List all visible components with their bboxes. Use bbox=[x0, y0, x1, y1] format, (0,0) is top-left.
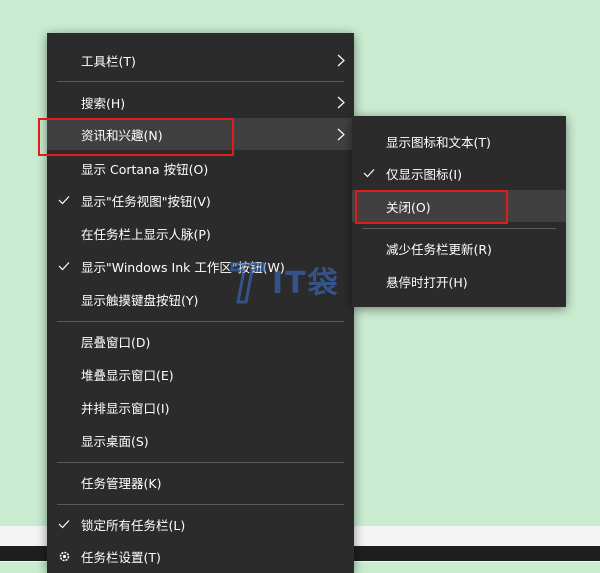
submenu-item-show-icon-text[interactable]: 显示图标和文本(T) bbox=[352, 125, 566, 157]
watermark-brand: IT袋 bbox=[272, 266, 340, 301]
menu-separator bbox=[57, 504, 344, 505]
menu-separator bbox=[57, 321, 344, 322]
menu-item-label: 显示图标和文本(T) bbox=[386, 134, 491, 150]
submenu-item-reduce-updates[interactable]: 减少任务栏更新(R) bbox=[352, 232, 566, 264]
menu-item-label: 堆叠显示窗口(E) bbox=[81, 367, 174, 383]
menu-item-toolbar[interactable]: 工具栏(T) bbox=[47, 44, 354, 76]
menu-item-label: 工具栏(T) bbox=[81, 53, 136, 69]
highlight-box-turn-off bbox=[355, 190, 508, 224]
menu-item-stack[interactable]: 堆叠显示窗口(E) bbox=[47, 358, 354, 390]
menu-item-show-desktop[interactable]: 显示桌面(S) bbox=[47, 424, 354, 456]
menu-item-search[interactable]: 搜索(H) bbox=[47, 86, 354, 118]
highlight-box-news-interests bbox=[38, 118, 234, 156]
menu-separator bbox=[362, 228, 556, 229]
watermark-logo: IT袋 bbox=[228, 258, 378, 318]
menu-item-label: 锁定所有任务栏(L) bbox=[81, 517, 186, 533]
menu-item-label: 并排显示窗口(I) bbox=[81, 400, 170, 416]
menu-item-cascade[interactable]: 层叠窗口(D) bbox=[47, 325, 354, 357]
menu-separator bbox=[57, 462, 344, 463]
chevron-right-icon bbox=[336, 95, 346, 109]
menu-item-label: 任务栏设置(T) bbox=[81, 549, 161, 565]
menu-item-label: 显示桌面(S) bbox=[81, 433, 149, 449]
menu-item-label: 悬停时打开(H) bbox=[386, 274, 468, 290]
menu-item-show-task-view[interactable]: 显示"任务视图"按钮(V) bbox=[47, 184, 354, 216]
menu-item-task-manager[interactable]: 任务管理器(K) bbox=[47, 466, 354, 498]
menu-item-label: 显示"任务视图"按钮(V) bbox=[81, 193, 211, 209]
checkmark-icon bbox=[57, 517, 71, 531]
checkmark-icon bbox=[362, 166, 376, 180]
menu-item-label: 显示触摸键盘按钮(Y) bbox=[81, 292, 199, 308]
menu-item-lock-taskbars[interactable]: 锁定所有任务栏(L) bbox=[47, 508, 354, 540]
menu-item-label: 层叠窗口(D) bbox=[81, 334, 151, 350]
submenu-item-open-on-hover[interactable]: 悬停时打开(H) bbox=[352, 265, 566, 297]
brand-logo-icon bbox=[230, 262, 266, 304]
menu-item-label: 任务管理器(K) bbox=[81, 475, 162, 491]
menu-item-taskbar-settings[interactable]: 任务栏设置(T) bbox=[47, 540, 354, 572]
menu-item-show-people[interactable]: 在任务栏上显示人脉(P) bbox=[47, 217, 354, 249]
menu-item-side-by-side[interactable]: 并排显示窗口(I) bbox=[47, 391, 354, 423]
checkmark-icon bbox=[57, 259, 71, 273]
chevron-right-icon bbox=[336, 53, 346, 67]
checkmark-icon bbox=[57, 193, 71, 207]
menu-item-label: 搜索(H) bbox=[81, 95, 126, 111]
submenu-item-show-icon-only[interactable]: 仅显示图标(I) bbox=[352, 157, 566, 189]
menu-item-label: 显示 Cortana 按钮(O) bbox=[81, 161, 209, 177]
menu-item-label: 仅显示图标(I) bbox=[386, 166, 462, 182]
menu-item-label: 减少任务栏更新(R) bbox=[386, 241, 492, 257]
menu-separator bbox=[57, 81, 344, 82]
chevron-right-icon bbox=[336, 127, 346, 141]
menu-item-label: 在任务栏上显示人脉(P) bbox=[81, 226, 211, 242]
menu-item-show-cortana[interactable]: 显示 Cortana 按钮(O) bbox=[47, 152, 354, 184]
